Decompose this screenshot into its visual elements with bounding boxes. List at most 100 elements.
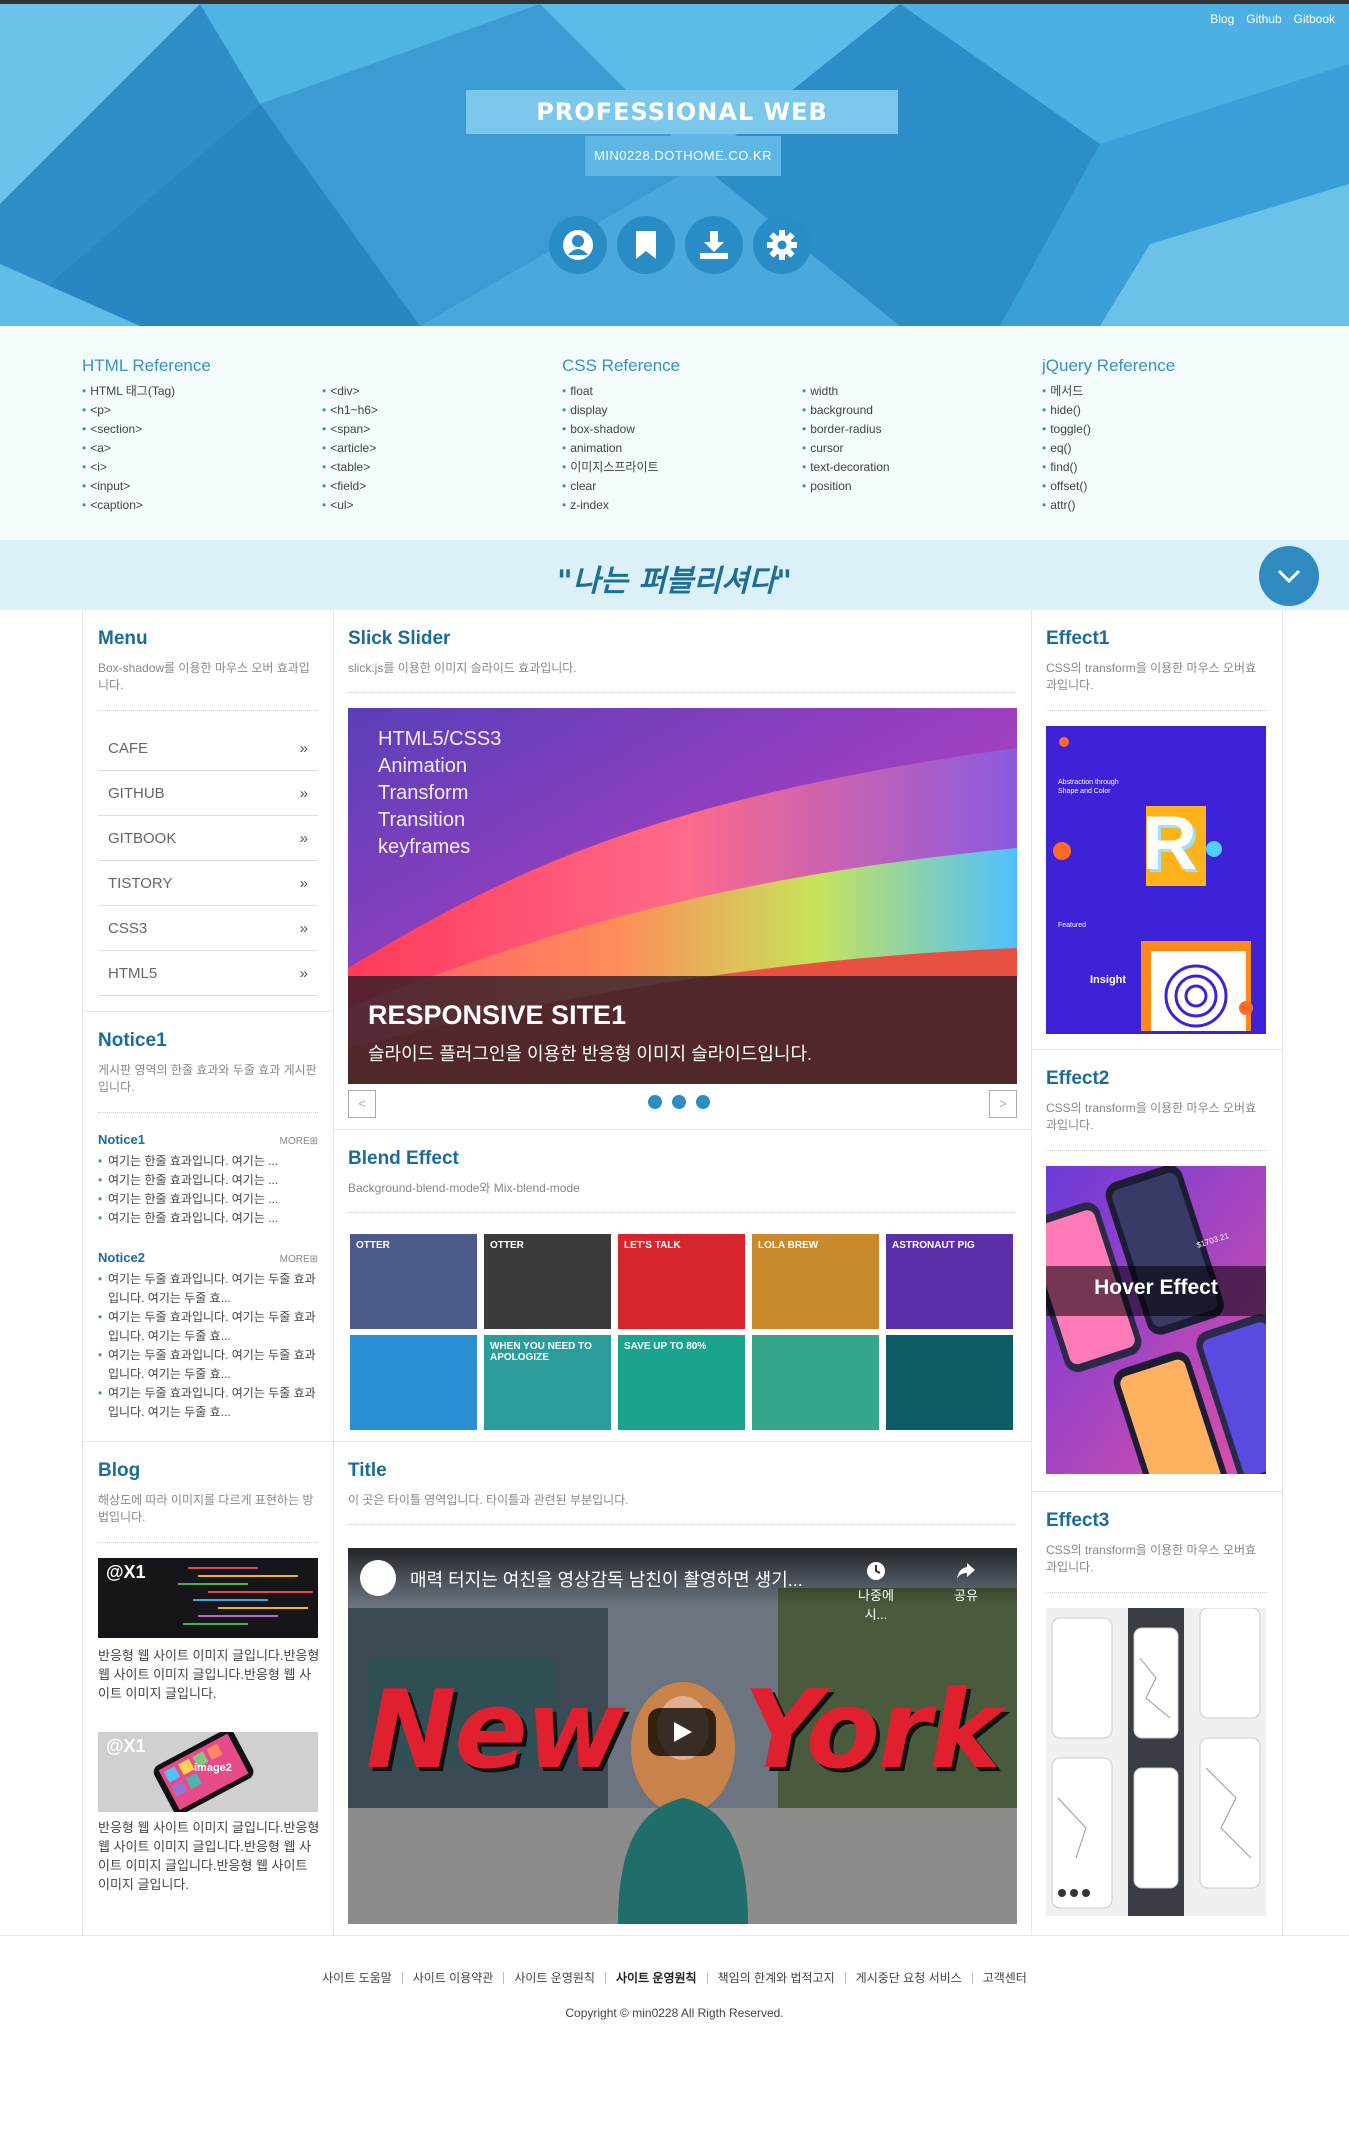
blend-tile[interactable]: LET'S TALK (618, 1234, 745, 1329)
ref-item[interactable]: clear (562, 477, 802, 496)
ref-item[interactable]: border-radius (802, 420, 1042, 439)
notice1-more-link[interactable]: MORE⊞ (280, 1136, 318, 1147)
blog-image-1[interactable]: @X1 (98, 1558, 318, 1638)
slider-dot[interactable] (696, 1095, 710, 1109)
ref-item[interactable]: HTML 태그(Tag) (82, 382, 322, 401)
ref-item[interactable]: display (562, 401, 802, 420)
effect2-image[interactable]: Hover Effect $1703.21 (1046, 1166, 1266, 1474)
effect1-image[interactable]: Abstraction through Shape and Color R Fe… (1046, 726, 1266, 1034)
download-icon[interactable] (685, 216, 743, 274)
channel-avatar[interactable] (360, 1560, 396, 1596)
ref-item[interactable]: <span> (322, 420, 562, 439)
toplink-gitbook[interactable]: Gitbook (1294, 12, 1335, 26)
site-url[interactable]: MIN0228.DOTHOME.CO.KR (585, 136, 781, 176)
play-button[interactable] (648, 1708, 716, 1756)
slider-next-button[interactable]: > (989, 1090, 1017, 1118)
list-item[interactable]: 여기는 두줄 효과입니다. 여기는 두줄 효과입니다. 여기는 두줄 효... (98, 1270, 318, 1308)
ref-item[interactable]: background (802, 401, 1042, 420)
toplink-github[interactable]: Github (1246, 12, 1281, 26)
scroll-down-button[interactable] (1259, 546, 1319, 606)
blend-tile[interactable] (350, 1335, 477, 1430)
ref-item[interactable]: <section> (82, 420, 322, 439)
ref-item[interactable]: hide() (1042, 401, 1282, 420)
ref-item[interactable]: <div> (322, 382, 562, 401)
notice2-more-link[interactable]: MORE⊞ (280, 1254, 318, 1265)
footer-link[interactable]: 책임의 한계와 법적고지 (706, 1972, 845, 1984)
slider-prev-button[interactable]: < (348, 1090, 376, 1118)
list-item[interactable]: 여기는 한줄 효과입니다. 여기는 ... (98, 1190, 318, 1209)
list-item[interactable]: 여기는 두줄 효과입니다. 여기는 두줄 효과입니다. 여기는 두줄 효... (98, 1384, 318, 1422)
footer-link[interactable]: 사이트 도움말 (312, 1972, 402, 1984)
ref-item[interactable]: attr() (1042, 496, 1282, 515)
divider (98, 1112, 318, 1113)
ref-item[interactable]: <ul> (322, 496, 562, 515)
menu-item-cafe[interactable]: CAFE » (98, 726, 318, 771)
ref-item[interactable]: offset() (1042, 477, 1282, 496)
ref-item[interactable]: <table> (322, 458, 562, 477)
divider (1046, 710, 1267, 711)
effect3-image[interactable] (1046, 1608, 1266, 1916)
ref-item[interactable]: text-decoration (802, 458, 1042, 477)
share-button[interactable]: 공유 (946, 1560, 986, 1604)
footer-link[interactable]: 게시중단 요청 서비스 (844, 1972, 972, 1984)
slider-dot[interactable] (672, 1095, 686, 1109)
menu-item-github[interactable]: GITHUB » (98, 771, 318, 816)
list-item[interactable]: 여기는 두줄 효과입니다. 여기는 두줄 효과입니다. 여기는 두줄 효... (98, 1308, 318, 1346)
ref-item[interactable]: <p> (82, 401, 322, 420)
slider-dot[interactable] (648, 1095, 662, 1109)
footer-link[interactable]: 사이트 이용약관 (401, 1972, 504, 1984)
menu-item-gitbook[interactable]: GITBOOK » (98, 816, 318, 861)
menu-item-css3[interactable]: CSS3 » (98, 906, 318, 951)
footer-link[interactable]: 고객센터 (971, 1972, 1037, 1984)
ref-item[interactable]: <article> (322, 439, 562, 458)
ref-item[interactable]: toggle() (1042, 420, 1282, 439)
ref-item[interactable]: <h1~h6> (322, 401, 562, 420)
menu-item-html5[interactable]: HTML5 » (98, 951, 318, 996)
ref-item[interactable]: cursor (802, 439, 1042, 458)
menu-item-tistory[interactable]: TISTORY » (98, 861, 318, 906)
ref-item[interactable]: <i> (82, 458, 322, 477)
video-player[interactable]: 매력 터지는 여친을 영상감독 남친이 촬영하면 생기... 나중에 시... … (348, 1548, 1017, 1924)
list-item[interactable]: 여기는 한줄 효과입니다. 여기는 ... (98, 1152, 318, 1171)
blend-tile[interactable]: ASTRONAUT PIG (886, 1234, 1013, 1329)
ref-item[interactable]: 메서드 (1042, 382, 1282, 401)
blog-image-2[interactable]: @X1 image2 (98, 1732, 318, 1812)
list-item[interactable]: 여기는 한줄 효과입니다. 여기는 ... (98, 1209, 318, 1228)
ref-item[interactable]: 이미지스프라이트 (562, 458, 802, 477)
toplink-blog[interactable]: Blog (1210, 12, 1234, 26)
ref-item[interactable]: <a> (82, 439, 322, 458)
blend-tile[interactable] (752, 1335, 879, 1430)
user-icon[interactable] (549, 216, 607, 274)
video-title[interactable]: 매력 터지는 여친을 영상감독 남친이 촬영하면 생기... (410, 1566, 803, 1592)
ref-item[interactable]: box-shadow (562, 420, 802, 439)
notice1-title[interactable]: Notice1 (98, 1132, 145, 1147)
ref-item[interactable]: z-index (562, 496, 802, 515)
ref-item[interactable]: animation (562, 439, 802, 458)
ref-item[interactable]: find() (1042, 458, 1282, 477)
ref-item[interactable]: <input> (82, 477, 322, 496)
bookmark-icon[interactable] (617, 216, 675, 274)
ref-item[interactable]: <caption> (82, 496, 322, 515)
footer-link[interactable]: 사이트 운영원칙 (503, 1972, 605, 1984)
footer-link[interactable]: 사이트 운영원칙 (604, 1972, 707, 1984)
list-item[interactable]: 여기는 두줄 효과입니다. 여기는 두줄 효과입니다. 여기는 두줄 효... (98, 1346, 318, 1384)
blend-tile[interactable]: SAVE UP TO 80% (618, 1335, 745, 1430)
blend-tile[interactable]: WHEN YOU NEED TO APOLOGIZE (484, 1335, 611, 1430)
ref-item[interactable]: <field> (322, 477, 562, 496)
image-slider[interactable]: HTML5/CSS3 Animation Transform Transitio… (348, 708, 1017, 1084)
list-item[interactable]: 여기는 한줄 효과입니다. 여기는 ... (98, 1171, 318, 1190)
notice2-title[interactable]: Notice2 (98, 1250, 145, 1265)
blend-tile[interactable]: OTTER (350, 1234, 477, 1329)
html-reference-title[interactable]: HTML Reference (82, 356, 562, 376)
ref-item[interactable]: position (802, 477, 1042, 496)
blend-tile[interactable]: LOLA BREW (752, 1234, 879, 1329)
watch-later-button[interactable]: 나중에 시... (846, 1560, 906, 1623)
gear-icon[interactable] (753, 216, 811, 274)
blend-tile[interactable]: OTTER (484, 1234, 611, 1329)
jquery-reference-title[interactable]: jQuery Reference (1042, 356, 1282, 376)
ref-item[interactable]: width (802, 382, 1042, 401)
ref-item[interactable]: eq() (1042, 439, 1282, 458)
css-reference-title[interactable]: CSS Reference (562, 356, 1042, 376)
blend-tile[interactable] (886, 1335, 1013, 1430)
ref-item[interactable]: float (562, 382, 802, 401)
